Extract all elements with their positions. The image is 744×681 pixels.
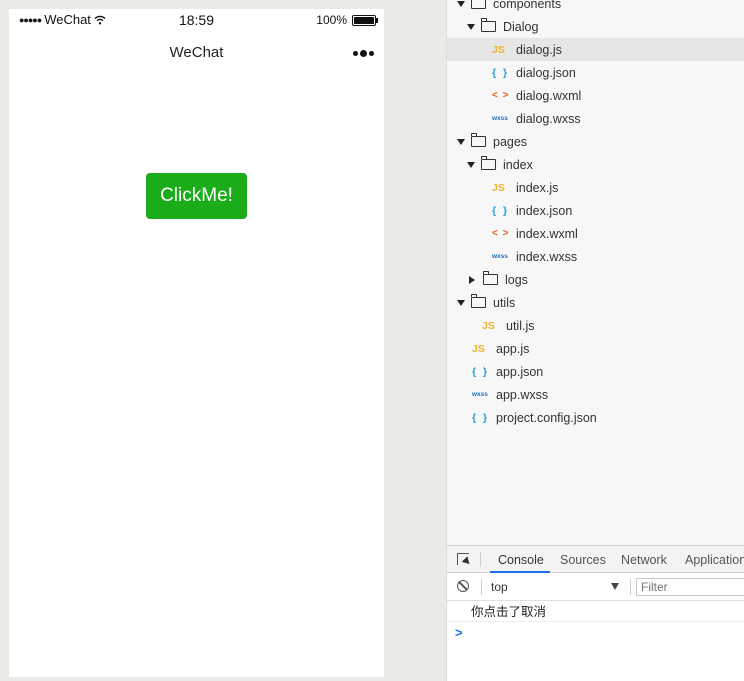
clear-console-icon[interactable] [457,580,469,592]
js-file-icon: JS [492,43,505,56]
tree-folder-dialog[interactable]: Dialog [447,15,744,38]
divider [480,552,481,567]
tree-label: utils [493,295,516,310]
tree-label: project.config.json [496,410,597,425]
wxml-file-icon: < > [492,90,510,101]
tree-label: app.wxss [496,387,549,402]
tree-folder-index[interactable]: index [447,153,744,176]
tree-label: index.json [516,203,573,218]
caret-right-icon[interactable] [469,275,475,284]
tree-label: pages [493,134,528,149]
chevron-down-icon[interactable] [611,583,619,590]
console-log-message: 你点击了取消 [447,601,744,622]
tree-label: dialog.wxml [516,88,582,103]
tree-file-index-json[interactable]: { } index.json [447,199,744,222]
tree-label: dialog.js [516,42,562,57]
tree-file-index-wxss[interactable]: wxss index.wxss [447,245,744,268]
tree-file-index-js[interactable]: JS index.js [447,176,744,199]
js-file-icon: JS [492,181,505,194]
tree-label: components [493,0,562,11]
filter-input[interactable] [636,578,744,596]
tree-file-dialog-wxss[interactable]: wxss dialog.wxss [447,107,744,130]
simulator-screen: ●●●●● WeChat 18:59 100% WeChat ClickMe! [9,9,384,677]
tab-sources[interactable]: Sources [560,553,606,567]
tab-console[interactable]: Console [498,553,544,567]
folder-icon [483,271,498,285]
tree-file-dialog-json[interactable]: { } dialog.json [447,61,744,84]
tree-folder-utils[interactable]: utils [447,291,744,314]
js-file-icon: JS [472,342,485,355]
status-bar: ●●●●● WeChat 18:59 100% [9,9,384,31]
tree-label: index.wxss [516,249,578,264]
wxss-file-icon: wxss [472,391,488,398]
tree-label: index.js [516,180,559,195]
context-select[interactable]: top [485,578,624,596]
console-toolbar: top [447,573,744,601]
caret-down-icon[interactable] [457,0,465,7]
more-menu-icon[interactable] [353,50,374,57]
tree-label: Dialog [503,19,539,34]
inspect-element-icon[interactable] [457,553,469,565]
wxss-file-icon: wxss [492,253,508,260]
tree-label: app.json [496,364,544,379]
tree-file-app-json[interactable]: { } app.json [447,360,744,383]
tree-label: dialog.json [516,65,576,80]
tree-label: index.wxml [516,226,578,241]
tree-folder-pages[interactable]: pages [447,130,744,153]
tree-label: index [503,157,533,172]
battery-icon [352,14,378,26]
tree-file-dialog-wxml[interactable]: < > dialog.wxml [447,84,744,107]
devtools-panel: Console Sources Network Application top … [447,545,744,681]
tree-label: app.js [496,341,530,356]
folder-open-icon [481,18,496,32]
folder-open-icon [471,133,486,147]
tree-folder-components[interactable]: components [447,0,744,15]
json-file-icon: { } [472,365,490,378]
tree-label: dialog.wxss [516,111,581,126]
folder-open-icon [481,156,496,170]
tree-file-app-wxss[interactable]: wxss app.wxss [447,383,744,406]
tree-folder-logs[interactable]: logs [447,268,744,291]
folder-open-icon [471,294,486,308]
tree-file-project-config-json[interactable]: { } project.config.json [447,406,744,429]
js-file-icon: JS [482,319,495,332]
file-tree: components Dialog JS dialog.js { } dialog.jso… [447,0,744,545]
tree-file-util-js[interactable]: JS util.js [447,314,744,337]
json-file-icon: { } [492,66,510,79]
caret-down-icon[interactable] [457,138,465,145]
json-file-icon: { } [492,204,510,217]
caret-down-icon[interactable] [467,23,475,30]
divider [481,579,482,595]
json-file-icon: { } [472,411,490,424]
divider [630,579,631,595]
devtools-tabbar: Console Sources Network Application [447,545,744,573]
caret-down-icon[interactable] [457,299,465,306]
wxml-file-icon: < > [492,228,510,239]
console-prompt-icon[interactable]: > [455,625,463,640]
tab-network[interactable]: Network [621,553,667,567]
wxss-file-icon: wxss [492,115,508,122]
tree-file-dialog-js[interactable]: JS dialog.js [447,38,744,61]
page-title: WeChat [169,44,224,61]
tree-file-app-js[interactable]: JS app.js [447,337,744,360]
clickme-button[interactable]: ClickMe! [146,173,247,219]
tree-file-index-wxml[interactable]: < > index.wxml [447,222,744,245]
tree-label: util.js [506,318,535,333]
navigation-bar: WeChat [9,31,384,73]
battery-percent: 100% [316,13,347,27]
caret-down-icon[interactable] [467,161,475,168]
tree-label: logs [505,272,528,287]
tab-application[interactable]: Application [685,553,744,567]
folder-open-icon [471,0,486,9]
